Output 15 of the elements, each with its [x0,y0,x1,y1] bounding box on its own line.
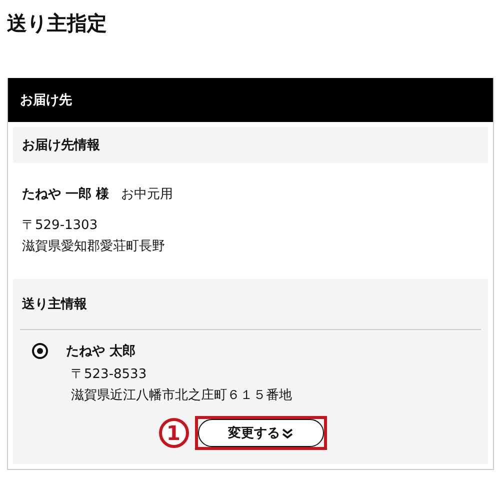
page-title: 送り主指定 [7,10,107,37]
section-title: お届け先情報 [22,137,100,154]
section-title: 送り主情報 [22,296,87,313]
gift-tag: お中元用 [121,185,174,203]
change-button[interactable]: 変更する [198,419,324,447]
panel-header: お届け先 [8,78,493,122]
callout-number: 1 [158,418,188,448]
postal-code: 〒523-8533 [71,366,147,384]
double-chevron-down-icon [282,428,293,438]
address: 滋賀県近江八幡市北之庄町６１５番地 [71,387,292,405]
recipient-name: たねや 一郎 様 [22,186,110,203]
sender-name: たねや 太郎 [66,342,136,360]
postal-code: 〒529-1303 [22,217,98,235]
radio-button[interactable] [32,343,48,359]
address: 滋賀県愛知郡愛荘町長野 [22,238,165,256]
